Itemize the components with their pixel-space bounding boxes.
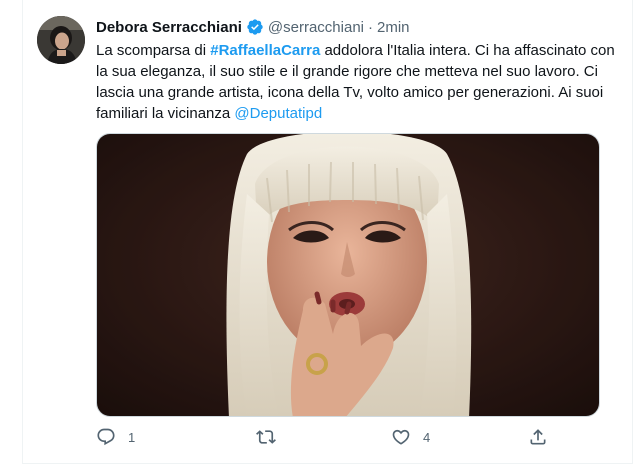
author-handle[interactable]: @serracchiani	[268, 19, 364, 36]
heart-icon	[392, 429, 410, 445]
tweet-photo[interactable]	[96, 133, 600, 417]
action-bar: 1 4	[96, 427, 576, 451]
reply-button[interactable]: 1	[96, 427, 135, 447]
share-button[interactable]	[528, 427, 560, 447]
avatar[interactable]	[37, 16, 85, 64]
avatar-image	[37, 16, 85, 64]
reply-icon	[97, 428, 115, 446]
retweet-button[interactable]	[256, 427, 288, 447]
photo-image	[97, 134, 599, 416]
like-count: 4	[423, 429, 431, 445]
timestamp[interactable]: 2min	[377, 19, 410, 36]
tweet-card[interactable]: Debora Serracchiani @serracchiani · 2min…	[22, 0, 633, 464]
share-icon	[530, 429, 546, 445]
author-name[interactable]: Debora Serracchiani	[96, 19, 242, 36]
verified-badge-icon	[246, 18, 264, 36]
separator-dot: ·	[368, 18, 373, 36]
tweet-text: La scomparsa di #RaffaellaCarra addolora…	[96, 40, 626, 124]
tweet-header: Debora Serracchiani @serracchiani · 2min	[96, 17, 410, 37]
retweet-icon	[256, 430, 276, 444]
tweet-text-part: La scomparsa di	[96, 42, 211, 59]
reply-count: 1	[128, 429, 136, 445]
mention-link[interactable]: @Deputatipd	[234, 105, 322, 122]
hashtag-link[interactable]: #RaffaellaCarra	[210, 42, 320, 59]
like-button[interactable]: 4	[391, 427, 430, 447]
